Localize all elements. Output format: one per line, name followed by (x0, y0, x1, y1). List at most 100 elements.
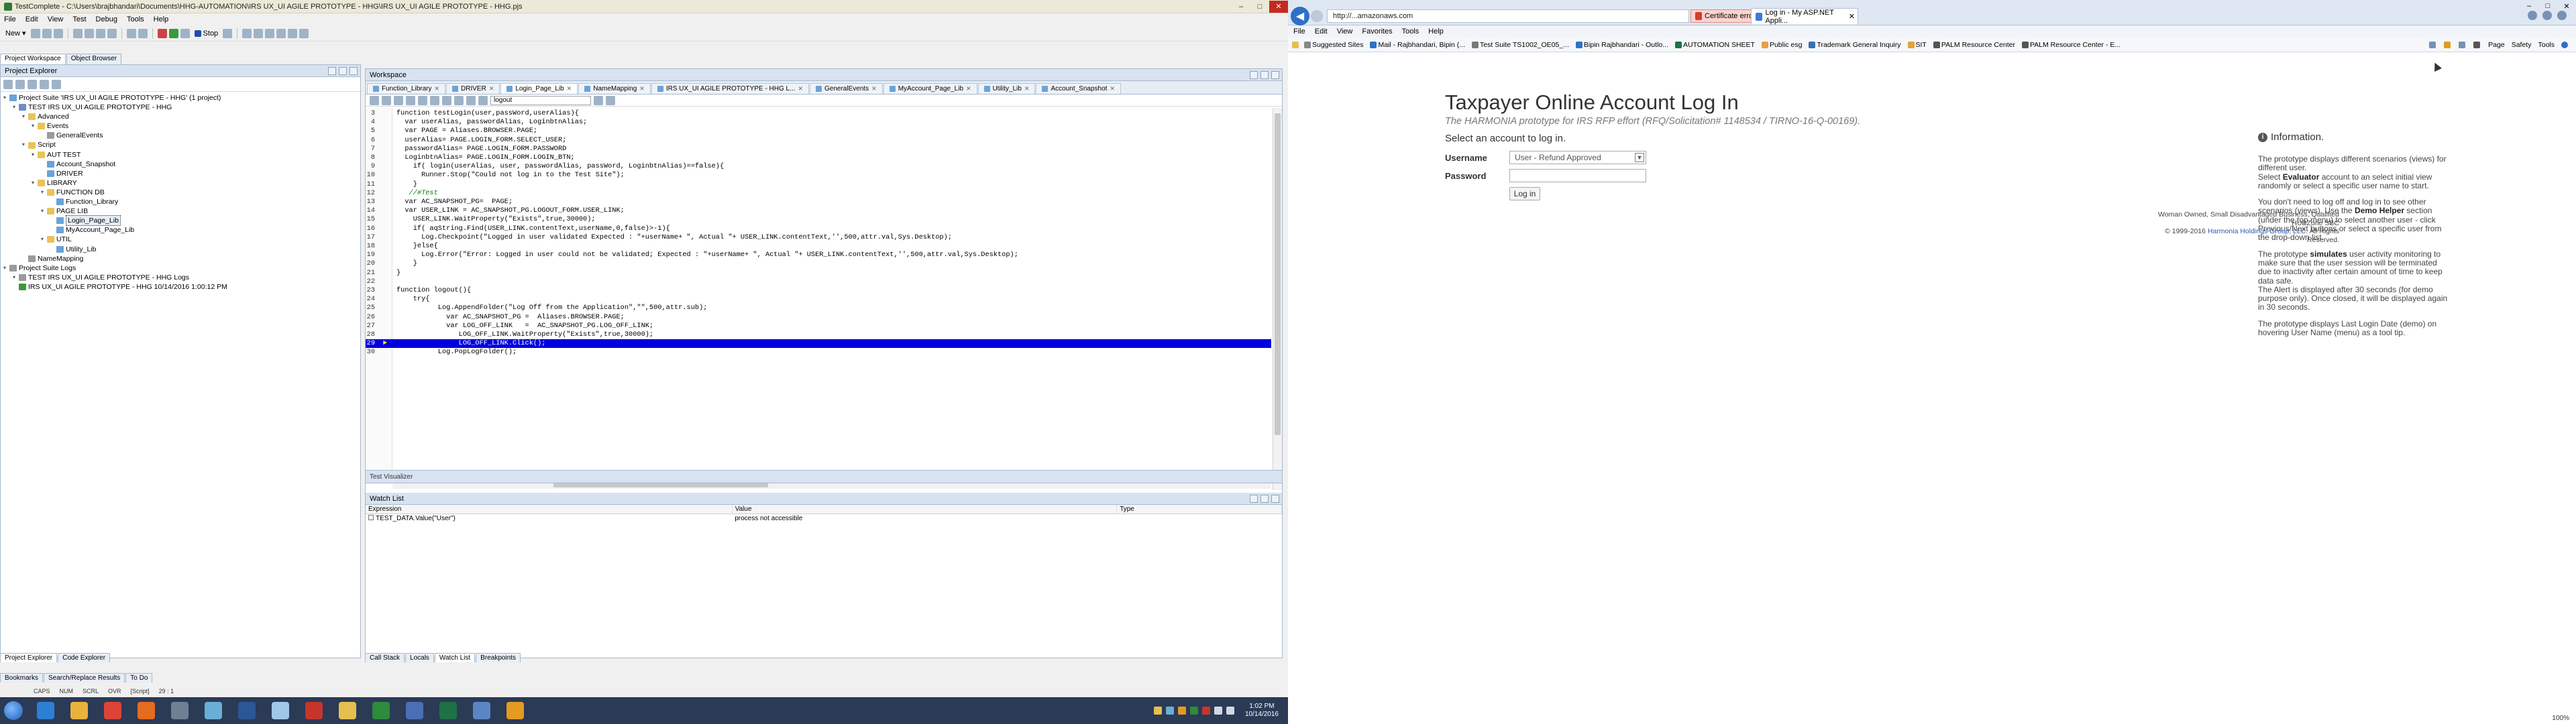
code-vertical-scrollbar[interactable] (1273, 108, 1282, 490)
editor-tool-icon[interactable] (394, 95, 403, 105)
expand-toggle-icon[interactable]: ▾ (13, 103, 19, 112)
editor-tool-icon[interactable] (478, 95, 488, 105)
col-expression[interactable]: Expression (366, 505, 733, 514)
ie-menu-view[interactable]: View (1337, 27, 1353, 36)
tree-item[interactable]: ▾ TEST IRS UX_UI AGILE PROTOTYPE - HHG (3, 103, 360, 112)
expand-toggle-icon[interactable]: ▾ (41, 206, 47, 216)
expand-toggle-icon[interactable]: ▾ (3, 93, 9, 103)
expand-toggle-icon[interactable]: ▾ (41, 188, 47, 197)
expand-toggle-icon[interactable]: ▾ (3, 263, 9, 273)
favorite-link[interactable]: Public esg (1761, 41, 1802, 49)
editor-tool-icon[interactable] (594, 95, 603, 105)
calculator-app[interactable] (165, 699, 195, 723)
chevron-down-icon[interactable]: ▼ (1635, 153, 1644, 162)
chrome-app[interactable] (98, 699, 127, 723)
record-icon[interactable] (157, 28, 167, 38)
ie-menu-file[interactable]: File (1293, 27, 1305, 36)
ws-min-icon[interactable] (1250, 70, 1258, 79)
editor-tool-icon[interactable] (466, 95, 476, 105)
tree-item[interactable]: ▾ PAGE LIB (3, 206, 360, 216)
tab-watch-list[interactable]: Watch List (434, 653, 476, 662)
tree-item[interactable]: ▾ AUT TEST (3, 150, 360, 160)
tab-object-browser[interactable]: Object Browser (66, 54, 122, 64)
tree-item[interactable]: DRIVER (3, 169, 360, 178)
editor-tool-icon[interactable] (606, 95, 615, 105)
outlook-app[interactable] (500, 699, 530, 723)
pause-icon[interactable] (180, 28, 190, 38)
tree-item[interactable]: ▾ FUNCTION DB (3, 188, 360, 197)
tab-breakpoints[interactable]: Breakpoints (476, 653, 521, 662)
save-all-icon[interactable] (53, 28, 63, 38)
settings-gear-icon[interactable] (2557, 11, 2567, 20)
tree-item[interactable]: NameMapping (3, 254, 360, 263)
col-type[interactable]: Type (1116, 505, 1282, 514)
menu-tools[interactable]: Tools (127, 15, 144, 23)
editor-tool-icon[interactable] (430, 95, 439, 105)
editor-tool-icon[interactable] (442, 95, 451, 105)
tree-item[interactable]: Utility_Lib (3, 245, 360, 254)
panel-close-icon[interactable] (350, 66, 358, 75)
editor-tool-icon[interactable] (454, 95, 464, 105)
favorites-star-icon[interactable] (2542, 11, 2552, 20)
expand-toggle-icon[interactable]: ▾ (22, 112, 28, 121)
comment-icon[interactable] (265, 28, 275, 38)
code-editor[interactable]: 3 function testLogin(user,passWord,userAl… (366, 108, 1271, 479)
tree-item[interactable]: MyAccount_Page_Lib (3, 225, 360, 235)
favorite-link[interactable]: PALM Resource Center - E... (2021, 41, 2121, 49)
help-icon[interactable] (2561, 42, 2568, 48)
cmd-page[interactable]: Page (2488, 41, 2505, 49)
menu-file[interactable]: File (4, 15, 16, 23)
tab-project-explorer[interactable]: Project Explorer (0, 653, 58, 662)
tab-close-icon[interactable]: ✕ (1024, 85, 1030, 93)
tab-close-icon[interactable]: ✕ (489, 85, 494, 93)
workspace-tab[interactable]: Function_Library ✕ (367, 83, 446, 94)
network-app[interactable] (467, 699, 496, 723)
pdf-app[interactable] (299, 699, 329, 723)
tab-close-icon[interactable]: ✕ (871, 85, 877, 93)
password-field[interactable] (1509, 169, 1646, 182)
workspace-tab[interactable]: Account_Snapshot ✕ (1036, 83, 1121, 94)
excel-app[interactable] (433, 699, 463, 723)
tree-item[interactable]: ▾ Events (3, 121, 360, 131)
wl-close-icon[interactable] (1271, 494, 1279, 503)
ws-max-icon[interactable] (1260, 70, 1269, 79)
expand-toggle-icon[interactable]: ▾ (32, 178, 38, 188)
cmd-tools[interactable]: Tools (2538, 41, 2555, 49)
tab-close-icon[interactable]: ✕ (798, 85, 803, 93)
tab-to-do[interactable]: To Do (125, 673, 153, 682)
expand-toggle-icon[interactable]: ▾ (32, 150, 38, 160)
rss-icon[interactable] (2444, 42, 2451, 48)
notepad-app[interactable] (266, 699, 295, 723)
tree-item[interactable]: ▾ LIBRARY (3, 178, 360, 188)
workspace-tab[interactable]: MyAccount_Page_Lib ✕ (883, 83, 977, 94)
filter-icon[interactable] (52, 79, 61, 89)
tree-item[interactable]: ▾ Project Suite 'IRS UX_UI AGILE PROTOTYP… (3, 93, 360, 103)
tool-app[interactable] (400, 699, 429, 723)
home-icon[interactable] (2528, 11, 2537, 20)
cut-icon[interactable] (72, 28, 83, 38)
tab-call-stack[interactable]: Call Stack (365, 653, 405, 662)
workspace-tab[interactable]: GeneralEvents ✕ (810, 83, 883, 94)
step-icon[interactable] (223, 28, 233, 38)
monitor-app[interactable] (199, 699, 228, 723)
start-button[interactable] (0, 699, 27, 723)
volume-icon[interactable] (1226, 707, 1234, 715)
tree-item[interactable]: ▾ Script (3, 140, 360, 149)
routine-dropdown[interactable]: logout (490, 95, 591, 105)
save-icon[interactable] (42, 28, 52, 38)
add-item-icon[interactable] (3, 79, 13, 89)
address-bar[interactable]: http://...amazonaws.com (1327, 9, 1689, 23)
window-icon[interactable] (299, 28, 309, 38)
tab-close-icon[interactable]: ✕ (639, 85, 645, 93)
ie-menu-tools[interactable]: Tools (1402, 27, 1419, 36)
tree-item[interactable]: GeneralEvents (3, 131, 360, 140)
expand-toggle-icon[interactable]: ▾ (22, 140, 28, 149)
tray-icon[interactable] (1153, 707, 1162, 715)
tree-item[interactable]: ▾ Advanced (3, 112, 360, 121)
folder-app[interactable] (333, 699, 362, 723)
username-select[interactable]: User - Refund Approved ▼ (1509, 151, 1646, 164)
menu-test[interactable]: Test (72, 15, 86, 23)
paste-icon[interactable] (95, 28, 105, 38)
word-app[interactable] (232, 699, 262, 723)
favorite-link[interactable]: AUTOMATION SHEET (1675, 41, 1755, 49)
